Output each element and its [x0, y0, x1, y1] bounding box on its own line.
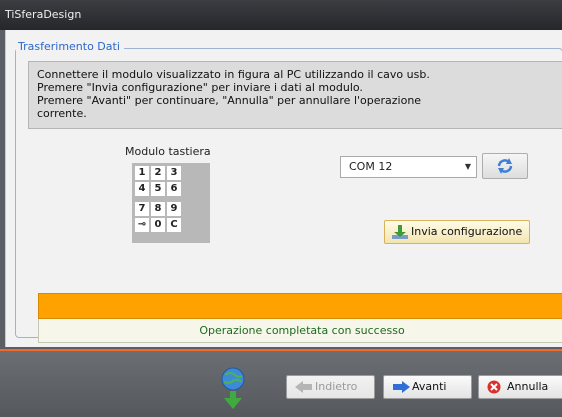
key: 1	[135, 166, 149, 180]
footer: Indietro Avanti Annulla	[0, 351, 562, 417]
instruction-line: corrente.	[37, 107, 87, 120]
instruction-line: Premere "Avanti" per continuare, "Annull…	[37, 94, 422, 107]
title-bar: TiSferaDesign	[0, 0, 562, 30]
send-configuration-button[interactable]: Invia configurazione	[384, 220, 530, 244]
key: 3	[167, 166, 181, 180]
key: C	[167, 218, 181, 232]
status-message: Operazione completata con successo	[38, 319, 562, 343]
next-label: Avanti	[412, 380, 447, 393]
globe-download-icon	[221, 367, 245, 409]
com-port-select[interactable]: COM 12 ▼	[340, 156, 477, 178]
instructions-box: Connettere il modulo visualizzato in fig…	[28, 61, 562, 129]
chevron-down-icon[interactable]: ▼	[465, 157, 471, 177]
com-port-value: COM 12	[349, 160, 393, 173]
arrow-left-icon	[295, 381, 312, 393]
window-title: TiSferaDesign	[5, 8, 82, 21]
arrow-right-icon	[393, 381, 410, 393]
module-title: Modulo tastiera	[125, 145, 211, 158]
refresh-button[interactable]	[482, 153, 528, 179]
key: 4	[135, 182, 149, 196]
back-label: Indietro	[315, 380, 358, 393]
transfer-group: Trasferimento Dati Connettere il modulo …	[15, 40, 562, 343]
key-icon: ⊸	[135, 218, 149, 232]
main-panel: Trasferimento Dati Connettere il modulo …	[5, 30, 562, 347]
progress-bar	[38, 293, 562, 319]
key: 7	[135, 202, 149, 216]
key: 8	[151, 202, 165, 216]
key: 6	[167, 182, 181, 196]
refresh-icon	[497, 158, 513, 174]
instruction-line: Connettere il modulo visualizzato in fig…	[37, 68, 430, 81]
key: 9	[167, 202, 181, 216]
key: 0	[151, 218, 165, 232]
cancel-button[interactable]: Annulla	[478, 375, 562, 399]
cancel-label: Annulla	[507, 380, 549, 393]
send-configuration-label: Invia configurazione	[411, 225, 523, 238]
key: 5	[151, 182, 165, 196]
instruction-line: Premere "Invia configurazione" per invia…	[37, 81, 363, 94]
group-title: Trasferimento Dati	[16, 40, 124, 53]
cancel-icon	[487, 380, 501, 394]
keypad-image: 1 2 3 4 5 6 7 8 9 ⊸ 0 C	[132, 163, 210, 243]
download-arrow-icon	[392, 225, 408, 239]
back-button[interactable]: Indietro	[286, 375, 375, 399]
key: 2	[151, 166, 165, 180]
next-button[interactable]: Avanti	[383, 375, 472, 399]
